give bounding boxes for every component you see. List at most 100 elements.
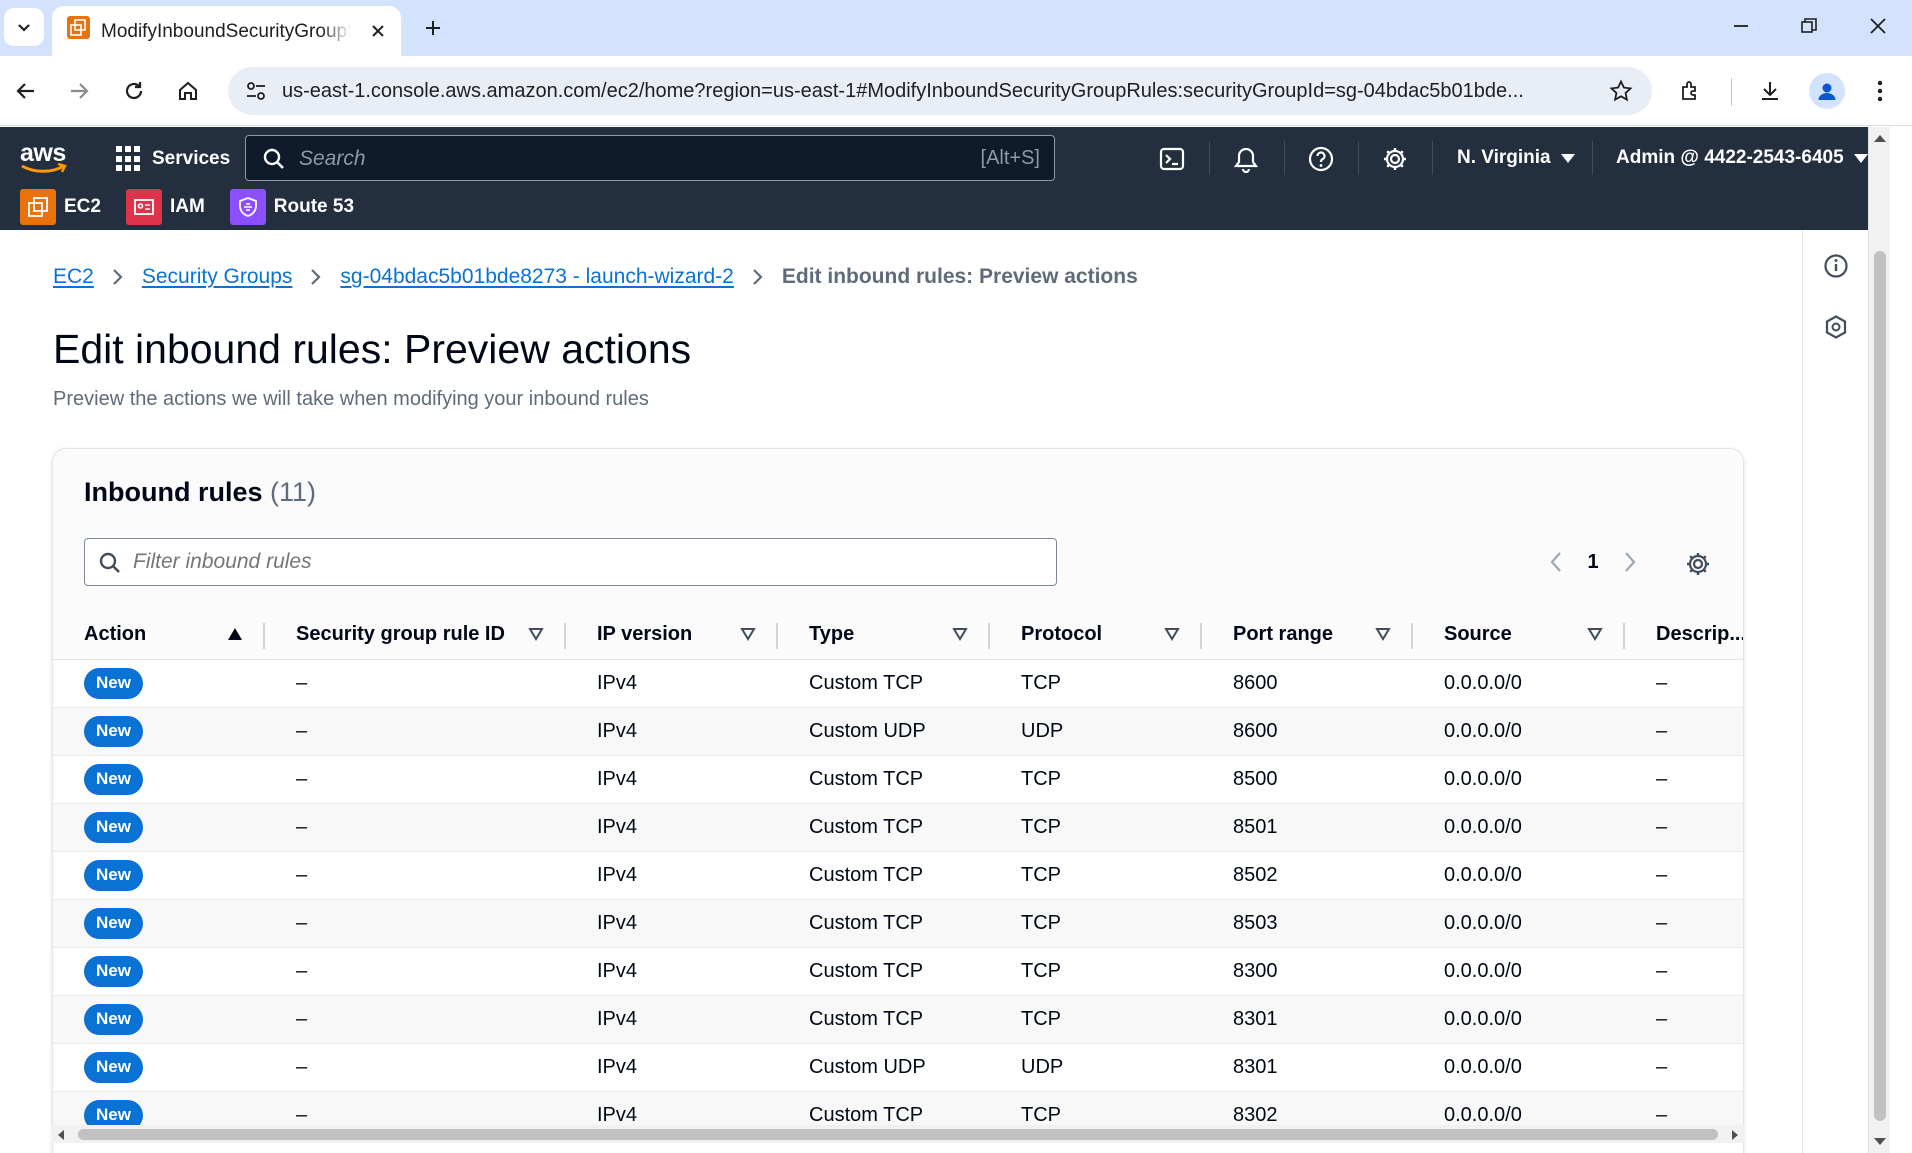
assistant-panel-button[interactable] xyxy=(1821,312,1851,342)
ec2-favicon-icon xyxy=(67,16,90,39)
favorite-ec2[interactable]: EC2 xyxy=(20,189,101,225)
table-row[interactable]: New – IPv4 Custom TCP TCP 8500 0.0.0.0/0… xyxy=(53,755,1743,804)
column-header-ip-version[interactable]: IP version xyxy=(566,611,778,660)
scrollbar-thumb[interactable] xyxy=(78,1129,1718,1140)
browser-tab-bar: ModifyInboundSecurityGroupRules xyxy=(0,0,1912,56)
notifications-button[interactable] xyxy=(1230,143,1262,175)
new-tab-button[interactable] xyxy=(415,10,451,46)
favorites-bar: EC2 IAM Route 53 xyxy=(20,189,379,225)
cell-ip-version: IPv4 xyxy=(566,1043,778,1092)
route53-service-icon xyxy=(229,189,266,225)
services-menu-button[interactable]: Services xyxy=(116,146,230,172)
cell-action: New xyxy=(53,851,265,900)
breadcrumb-security-groups[interactable]: Security Groups xyxy=(142,265,293,289)
aws-search-input[interactable]: Search [Alt+S] xyxy=(245,135,1055,181)
column-header-port-range[interactable]: Port range xyxy=(1202,611,1413,660)
region-selector[interactable]: N. Virginia xyxy=(1457,147,1575,169)
table-row[interactable]: New – IPv4 Custom TCP TCP 8600 0.0.0.0/0… xyxy=(53,659,1743,708)
downloads-button[interactable] xyxy=(1752,73,1788,109)
main-content: EC2 Security Groups sg-04bdac5b01bde8273… xyxy=(0,230,1802,1153)
cell-protocol: TCP xyxy=(990,851,1202,900)
scrollbar-thumb[interactable] xyxy=(1874,251,1886,1121)
column-header-type[interactable]: Type xyxy=(778,611,990,660)
account-menu[interactable]: Admin @ 4422-2543-6405 xyxy=(1616,147,1868,169)
minimize-button[interactable] xyxy=(1716,8,1766,44)
forward-button[interactable] xyxy=(61,73,97,109)
aws-logo[interactable]: aws xyxy=(18,139,70,175)
table-row[interactable]: New – IPv4 Custom TCP TCP 8300 0.0.0.0/0… xyxy=(53,947,1743,996)
column-header-label: Descrip... xyxy=(1656,623,1744,646)
chevron-right-icon xyxy=(310,268,322,286)
table-row[interactable]: New – IPv4 Custom TCP TCP 8501 0.0.0.0/0… xyxy=(53,803,1743,852)
scroll-right-arrow-icon[interactable] xyxy=(1732,1130,1738,1140)
cloudshell-button[interactable] xyxy=(1156,143,1188,175)
profile-button[interactable] xyxy=(1809,73,1845,109)
reload-button[interactable] xyxy=(116,73,152,109)
preferences-button[interactable] xyxy=(1681,547,1715,581)
breadcrumb: EC2 Security Groups sg-04bdac5b01bde8273… xyxy=(53,265,1138,289)
table-row[interactable]: New – IPv4 Custom TCP TCP 8301 0.0.0.0/0… xyxy=(53,995,1743,1044)
filter-field[interactable] xyxy=(84,538,1057,586)
cell-port-range: 8300 xyxy=(1202,947,1413,996)
sort-icon xyxy=(528,628,544,641)
cell-port-range: 8600 xyxy=(1202,707,1413,756)
help-button[interactable] xyxy=(1305,143,1337,175)
back-button[interactable] xyxy=(8,73,44,109)
column-header-label: Port range xyxy=(1233,623,1334,646)
restore-button[interactable] xyxy=(1784,8,1834,44)
page-vertical-scrollbar[interactable] xyxy=(1868,127,1890,1153)
address-bar[interactable]: us-east-1.console.aws.amazon.com/ec2/hom… xyxy=(228,67,1652,115)
cell-description: – xyxy=(1625,995,1743,1044)
sort-icon xyxy=(1164,628,1180,641)
status-badge: New xyxy=(84,667,143,699)
breadcrumb-security-group[interactable]: sg-04bdac5b01bde8273 - launch-wizard-2 xyxy=(340,265,733,289)
column-header-label: Action xyxy=(84,623,147,646)
browser-menu-button[interactable] xyxy=(1862,73,1898,109)
column-header-description[interactable]: Descrip... xyxy=(1625,611,1744,660)
status-badge: New xyxy=(84,811,143,843)
column-header-source[interactable]: Source xyxy=(1413,611,1625,660)
breadcrumb-current: Edit inbound rules: Preview actions xyxy=(781,265,1138,288)
scroll-up-arrow-icon[interactable] xyxy=(1874,135,1886,142)
previous-page-button[interactable] xyxy=(1541,547,1571,577)
cell-rule-id: – xyxy=(265,947,566,996)
scroll-left-arrow-icon[interactable] xyxy=(58,1130,64,1140)
breadcrumb-ec2[interactable]: EC2 xyxy=(53,265,94,289)
table-row[interactable]: New – IPv4 Custom TCP TCP 8503 0.0.0.0/0… xyxy=(53,899,1743,948)
filter-input[interactable] xyxy=(133,550,1013,574)
site-info-button[interactable] xyxy=(242,77,270,105)
table-row[interactable]: New – IPv4 Custom UDP UDP 8301 0.0.0.0/0… xyxy=(53,1043,1743,1092)
table-horizontal-scrollbar[interactable] xyxy=(52,1125,1744,1143)
cell-description: – xyxy=(1625,707,1743,756)
cell-ip-version: IPv4 xyxy=(566,899,778,948)
inbound-rules-table: Action Security group rule ID IP version… xyxy=(53,611,1744,1140)
column-header-protocol[interactable]: Protocol xyxy=(990,611,1202,660)
extensions-button[interactable] xyxy=(1673,73,1709,109)
column-header-action[interactable]: Action xyxy=(53,611,265,660)
caret-down-icon xyxy=(1853,153,1868,163)
settings-button[interactable] xyxy=(1379,143,1411,175)
table-row[interactable]: New – IPv4 Custom TCP TCP 8502 0.0.0.0/0… xyxy=(53,851,1743,900)
browser-tab-active[interactable]: ModifyInboundSecurityGroupRules xyxy=(52,6,401,56)
favorite-iam[interactable]: IAM xyxy=(125,189,205,225)
info-panel-button[interactable] xyxy=(1821,251,1851,281)
tab-close-button[interactable] xyxy=(364,17,392,45)
cell-source: 0.0.0.0/0 xyxy=(1413,851,1625,900)
status-badge: New xyxy=(84,907,143,939)
favorite-route53[interactable]: Route 53 xyxy=(229,189,354,225)
favorite-label: IAM xyxy=(169,196,205,217)
column-header-rule-id[interactable]: Security group rule ID xyxy=(265,611,566,660)
table-row[interactable]: New – IPv4 Custom UDP UDP 8600 0.0.0.0/0… xyxy=(53,707,1743,756)
page-number[interactable]: 1 xyxy=(1571,551,1615,574)
window-close-button[interactable] xyxy=(1853,8,1903,44)
column-header-label: Security group rule ID xyxy=(296,623,505,646)
tab-title: ModifyInboundSecurityGroupRules xyxy=(101,21,351,42)
home-button[interactable] xyxy=(170,73,206,109)
cell-protocol: TCP xyxy=(990,659,1202,708)
tab-search-button[interactable] xyxy=(4,8,44,46)
next-page-button[interactable] xyxy=(1615,547,1645,577)
terminal-icon xyxy=(1159,147,1185,171)
table-header-row: Action Security group rule ID IP version… xyxy=(53,611,1744,660)
scroll-down-arrow-icon[interactable] xyxy=(1874,1138,1886,1145)
bookmark-button[interactable] xyxy=(1606,76,1636,106)
